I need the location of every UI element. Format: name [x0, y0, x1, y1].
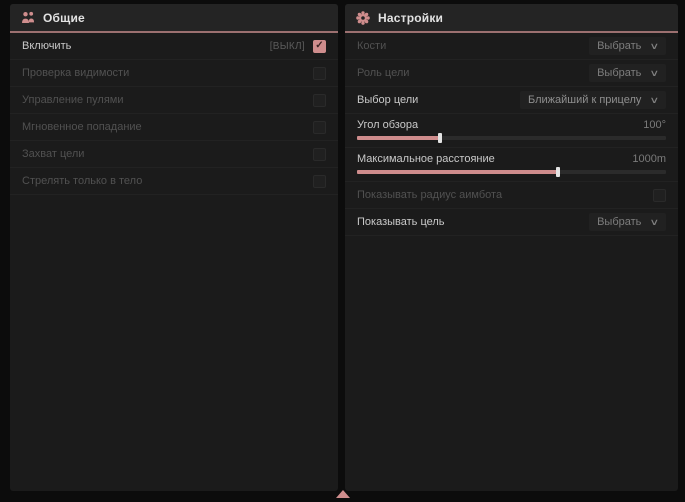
row-label: Кости — [357, 40, 386, 52]
row-target-lock[interactable]: Захват цели — [10, 141, 338, 168]
row-enable-label: Включить — [22, 40, 71, 52]
row-label: Роль цели — [357, 67, 409, 79]
show-radius-checkbox[interactable] — [653, 189, 666, 202]
row-label: Проверка видимости — [22, 67, 129, 79]
slider-label: Угол обзора — [357, 119, 418, 131]
row-target-select: Выбор цели Ближайший к прицелу ∨ — [345, 87, 678, 114]
target-role-dropdown[interactable]: Выбрать ∨ — [589, 64, 666, 82]
fov-slider-thumb[interactable] — [438, 133, 442, 143]
row-show-radius[interactable]: Показывать радиус аимбота — [345, 182, 678, 209]
slider-label: Максимальное расстояние — [357, 153, 495, 165]
users-icon — [21, 11, 35, 24]
fov-slider-fill — [357, 136, 440, 140]
distance-slider-block: Максимальное расстояние 1000m — [345, 148, 678, 182]
row-label: Стрелять только в тело — [22, 175, 142, 187]
dropdown-value: Ближайший к прицелу — [528, 94, 641, 106]
target-lock-checkbox[interactable] — [313, 148, 326, 161]
distance-slider-fill — [357, 170, 558, 174]
panel-title: Общие — [43, 11, 85, 25]
row-instant-hit[interactable]: Мгновенное попадание — [10, 114, 338, 141]
visibility-checkbox[interactable] — [313, 67, 326, 80]
slider-value: 1000m — [632, 153, 666, 165]
chevron-down-icon: ∨ — [650, 69, 660, 78]
row-label: Показывать цель — [357, 216, 445, 228]
chevron-down-icon: ∨ — [650, 96, 660, 105]
row-show-target: Показывать цель Выбрать ∨ — [345, 209, 678, 236]
row-enable[interactable]: Включить [ВЫКЛ] — [10, 33, 338, 60]
row-body-only[interactable]: Стрелять только в тело — [10, 168, 338, 195]
gear-icon — [356, 11, 370, 25]
target-select-dropdown[interactable]: Ближайший к прицелу ∨ — [520, 91, 666, 109]
distance-slider-thumb[interactable] — [556, 167, 560, 177]
fov-slider-track[interactable] — [357, 136, 666, 140]
dropdown-value: Выбрать — [597, 216, 641, 228]
body-only-checkbox[interactable] — [313, 175, 326, 188]
row-label: Показывать радиус аимбота — [357, 189, 502, 201]
row-visibility-check[interactable]: Проверка видимости — [10, 60, 338, 87]
panel-general-header: Общие — [10, 4, 338, 33]
instant-hit-checkbox[interactable] — [313, 121, 326, 134]
up-triangle-icon — [336, 490, 350, 498]
show-target-dropdown[interactable]: Выбрать ∨ — [589, 213, 666, 231]
chevron-down-icon: ∨ — [650, 218, 660, 227]
bones-dropdown[interactable]: Выбрать ∨ — [589, 37, 666, 55]
keybind-state: [ВЫКЛ] — [270, 41, 305, 52]
fov-slider-block: Угол обзора 100° — [345, 114, 678, 148]
bullet-control-checkbox[interactable] — [313, 94, 326, 107]
row-label: Выбор цели — [357, 94, 418, 106]
row-label: Захват цели — [22, 148, 84, 160]
distance-slider-track[interactable] — [357, 170, 666, 174]
row-bones: Кости Выбрать ∨ — [345, 33, 678, 60]
row-bullet-control[interactable]: Управление пулями — [10, 87, 338, 114]
panel-title: Настройки — [378, 11, 443, 25]
enable-checkbox[interactable] — [313, 40, 326, 53]
row-target-role: Роль цели Выбрать ∨ — [345, 60, 678, 87]
slider-value: 100° — [643, 119, 666, 131]
panel-general: Общие Включить [ВЫКЛ] Проверка видимости… — [10, 4, 338, 491]
dropdown-value: Выбрать — [597, 40, 641, 52]
row-label: Управление пулями — [22, 94, 124, 106]
chevron-down-icon: ∨ — [650, 42, 660, 51]
panel-settings: Настройки Кости Выбрать ∨ Роль цели Выбр… — [345, 4, 678, 491]
panel-settings-header: Настройки — [345, 4, 678, 33]
dropdown-value: Выбрать — [597, 67, 641, 79]
row-label: Мгновенное попадание — [22, 121, 142, 133]
